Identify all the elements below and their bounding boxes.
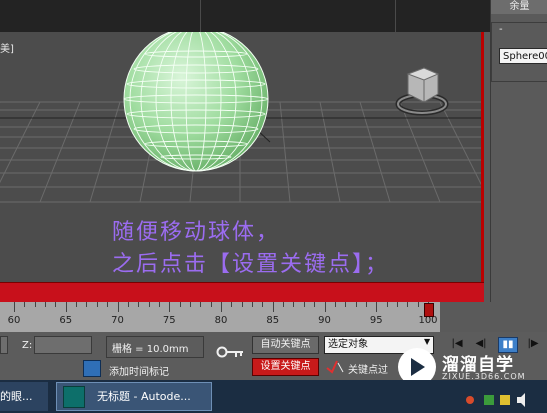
tray-app-icon[interactable] <box>466 396 474 404</box>
object-name-field[interactable]: Sphere00 <box>499 48 547 64</box>
timeline-tick <box>169 302 171 312</box>
timeline-minor-tick <box>407 302 409 307</box>
taskbar-item-3dsmax[interactable]: 无标题 - Autode... <box>56 382 212 411</box>
timeline-tick <box>65 302 67 312</box>
timeline-minor-tick <box>314 302 316 307</box>
sphere-object[interactable] <box>123 32 269 172</box>
timeline-tick-label: 75 <box>162 315 176 326</box>
timeline-minor-tick <box>179 302 181 307</box>
timeline-minor-tick <box>386 302 388 307</box>
timeline-minor-tick <box>138 302 140 307</box>
auto-key-button[interactable]: 自动关键点 <box>252 336 319 354</box>
divider <box>395 0 396 32</box>
instruction-line-2: 之后点击【设置关键点】； <box>112 252 390 277</box>
timeline-minor-tick <box>96 302 98 307</box>
time-slider-marker[interactable] <box>424 303 434 317</box>
timeline-minor-tick <box>24 302 26 307</box>
timeline-minor-tick <box>252 302 254 307</box>
tray-security-icon[interactable] <box>500 395 510 405</box>
y-coord-field[interactable] <box>0 336 8 354</box>
timeline-minor-tick <box>34 302 36 307</box>
system-tray <box>466 393 525 407</box>
timeline-minor-tick <box>148 302 150 307</box>
timeline-tick-label: 95 <box>369 315 383 326</box>
timeline-minor-tick <box>76 302 78 307</box>
timeline-tick-label: 85 <box>266 315 280 326</box>
timeline-minor-tick <box>303 302 305 307</box>
timeline-minor-tick <box>158 302 160 307</box>
timeline-minor-tick <box>334 302 336 307</box>
3dsmax-app-icon <box>63 386 85 408</box>
timeline-minor-tick <box>107 302 109 307</box>
viewport-top-strip <box>0 0 490 32</box>
timeline-minor-tick <box>55 302 57 307</box>
timeline-minor-tick <box>417 302 419 307</box>
command-panel: 余量 - Sphere00 <box>490 0 547 302</box>
taskbar-item-browser[interactable]: 的眼... <box>0 382 48 411</box>
perspective-viewport[interactable]: 美] 随便移动球体， 之后点击【设置关键点】； <box>0 32 484 302</box>
divider <box>200 0 201 32</box>
timeline-minor-tick <box>200 302 202 307</box>
z-coord-label: Z: <box>22 340 33 351</box>
chevron-down-icon[interactable]: ▼ <box>424 337 430 346</box>
timeline-ruler[interactable]: 60 65 70 75 80 85 90 95 100 <box>0 302 440 332</box>
taskbar-item-label: 无标题 - Autode... <box>97 390 191 403</box>
command-panel-tab[interactable]: 余量 <box>491 0 547 14</box>
z-coord-field[interactable] <box>34 336 92 354</box>
timeline-minor-tick <box>127 302 129 307</box>
timeline-right-area <box>440 302 547 332</box>
add-time-tag-button[interactable]: 添加时间标记 <box>109 363 169 378</box>
timeline-tick-label: 65 <box>59 315 73 326</box>
timeline-tick <box>376 302 378 312</box>
timeline-tick-label: 80 <box>214 315 228 326</box>
key-filters-button[interactable]: 关键点过 <box>348 361 388 376</box>
timeline-minor-tick <box>262 302 264 307</box>
timeline-minor-tick <box>45 302 47 307</box>
timeline-tick-label: 90 <box>318 315 331 326</box>
tray-network-icon[interactable] <box>484 395 494 405</box>
time-slider-track[interactable] <box>0 282 484 303</box>
timeline-minor-tick <box>365 302 367 307</box>
timeline-minor-tick <box>355 302 357 307</box>
timeline-minor-tick <box>293 302 295 307</box>
key-icon[interactable] <box>216 345 244 359</box>
key-filters-icon[interactable] <box>326 360 344 374</box>
timeline-minor-tick <box>396 302 398 307</box>
timeline-tick <box>117 302 119 312</box>
timeline-tick-label: 60 <box>7 315 21 326</box>
timeline-minor-tick <box>345 302 347 307</box>
timeline-tick-label: 70 <box>111 315 124 326</box>
time-tag-icon[interactable] <box>83 360 101 377</box>
play-triangle-icon <box>411 358 425 376</box>
grid-size-label: 栅格 = 10.0mm <box>112 344 189 355</box>
timeline-tick <box>14 302 15 312</box>
timeline-tick <box>221 302 222 312</box>
timeline-minor-tick <box>283 302 285 307</box>
viewport-label[interactable]: 美] <box>0 40 14 55</box>
timeline-minor-tick <box>231 302 233 307</box>
instruction-line-1: 随便移动球体， <box>112 220 281 245</box>
volume-icon[interactable] <box>517 393 525 407</box>
viewcube-icon[interactable] <box>395 67 449 116</box>
timeline-tick <box>272 302 274 312</box>
timeline-tick <box>324 302 326 312</box>
timeline-minor-tick <box>241 302 243 307</box>
rollout-collapse-button[interactable]: - <box>499 24 503 35</box>
timeline-minor-tick <box>210 302 212 307</box>
timeline-minor-tick <box>86 302 88 307</box>
timeline-minor-tick <box>189 302 191 307</box>
set-key-button[interactable]: 设置关键点 <box>252 358 319 376</box>
